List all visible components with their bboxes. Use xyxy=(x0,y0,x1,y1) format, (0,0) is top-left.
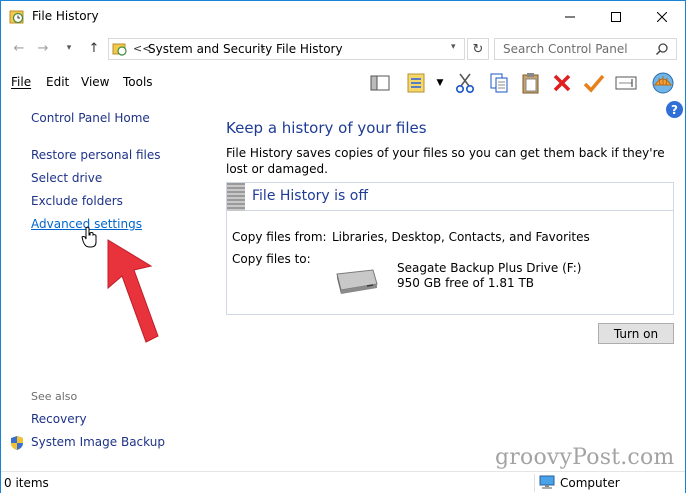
menu-edit-label: Edit xyxy=(46,75,70,89)
control-panel-home-link[interactable]: Control Panel Home xyxy=(31,111,150,125)
recovery-link[interactable]: Recovery xyxy=(31,412,87,426)
arrow-left-icon: ← xyxy=(13,40,25,56)
menu-file-label: File xyxy=(11,75,32,89)
maximize-icon xyxy=(611,11,621,22)
status-divider xyxy=(534,474,535,492)
groovypost-watermark: groovyPost.com xyxy=(495,445,675,470)
refresh-button[interactable]: ↻ xyxy=(467,38,489,60)
breadcrumb-file-history[interactable]: File History xyxy=(276,42,343,56)
views-icon xyxy=(407,73,425,93)
maximize-button[interactable] xyxy=(593,1,639,32)
file-history-status-panel: File History is off Copy files from: Lib… xyxy=(226,182,674,315)
help-icon[interactable]: ? xyxy=(666,101,683,118)
status-bar: 0 items Computer xyxy=(1,471,685,493)
delete-icon xyxy=(553,74,571,92)
see-also-heading: See also xyxy=(31,390,78,403)
chevron-down-icon: ▼ xyxy=(436,78,444,88)
shell-icon xyxy=(652,72,674,94)
close-icon xyxy=(657,11,667,22)
location-computer: Computer xyxy=(560,476,620,490)
copy-from-label: Copy files from: xyxy=(232,230,327,244)
turn-on-button[interactable]: Turn on xyxy=(598,323,674,344)
delete-button[interactable] xyxy=(550,71,574,95)
file-history-icon xyxy=(9,10,24,24)
external-drive-icon xyxy=(336,269,378,294)
system-image-backup-link[interactable]: System Image Backup xyxy=(31,435,165,449)
menu-tools[interactable]: Tools xyxy=(123,75,153,89)
copy-to-label: Copy files to: xyxy=(232,252,311,266)
status-bar-decoration xyxy=(227,183,245,211)
layout-button[interactable] xyxy=(367,71,393,95)
rename-icon xyxy=(615,76,637,90)
back-button[interactable]: ← xyxy=(11,40,27,56)
menu-file[interactable]: File xyxy=(11,75,31,89)
address-dropdown-icon[interactable]: ▾ xyxy=(451,42,456,52)
search-input[interactable] xyxy=(495,39,653,59)
page-heading: Keep a history of your files xyxy=(226,119,427,137)
address-box[interactable]: << System and Security › File History ▾ xyxy=(108,38,465,60)
scissors-icon xyxy=(455,73,475,94)
refresh-icon: ↻ xyxy=(472,41,484,57)
restore-personal-files-link[interactable]: Restore personal files xyxy=(31,148,161,162)
chevron-down-icon: ▾ xyxy=(66,43,72,53)
search-box xyxy=(494,38,677,60)
menu-view[interactable]: View xyxy=(81,75,109,89)
file-history-window: File History ← → ▾ ↑ << System and Secur… xyxy=(0,0,686,493)
page-description: File History saves copies of your files … xyxy=(226,146,665,176)
paste-button[interactable] xyxy=(518,71,544,95)
menu-tools-label: Tools xyxy=(123,75,153,89)
search-icon[interactable] xyxy=(655,42,669,56)
red-arrow-icon xyxy=(107,239,159,343)
copy-button[interactable] xyxy=(486,71,512,95)
copy-from-value: Libraries, Desktop, Contacts, and Favori… xyxy=(332,230,590,244)
views-button[interactable] xyxy=(403,71,429,95)
status-title: File History is off xyxy=(252,188,368,204)
breadcrumb-system-and-security[interactable]: System and Security xyxy=(148,42,272,56)
forward-button[interactable]: → xyxy=(35,40,51,56)
select-drive-link[interactable]: Select drive xyxy=(31,171,102,185)
checkmark-icon xyxy=(583,74,605,93)
item-count: 0 items xyxy=(4,476,49,490)
cut-button[interactable] xyxy=(452,71,478,95)
menu-bar: File Edit View Tools ▼ xyxy=(1,65,685,99)
arrow-right-icon: → xyxy=(37,40,49,56)
layout-icon xyxy=(370,75,390,91)
arrow-up-icon: ↑ xyxy=(88,40,100,56)
rename-button[interactable] xyxy=(613,71,639,95)
paste-icon xyxy=(522,73,539,94)
shell-button[interactable] xyxy=(649,71,677,95)
control-panel-icon xyxy=(112,43,127,56)
recent-locations-button[interactable]: ▾ xyxy=(61,40,77,56)
chevron-right-icon[interactable]: › xyxy=(261,42,265,55)
window-title: File History xyxy=(32,9,99,23)
up-button[interactable]: ↑ xyxy=(86,40,102,56)
views-dropdown[interactable]: ▼ xyxy=(433,71,447,95)
drive-free-space: 950 GB free of 1.81 TB xyxy=(397,276,535,290)
menu-view-label: View xyxy=(81,75,110,89)
minimize-icon xyxy=(565,16,575,17)
address-bar: ← → ▾ ↑ << System and Security › File Hi… xyxy=(1,32,685,65)
shield-icon xyxy=(11,436,23,450)
properties-check-button[interactable] xyxy=(581,71,607,95)
title-bar: File History xyxy=(1,1,685,32)
status-header: File History is off xyxy=(227,183,673,211)
close-button[interactable] xyxy=(639,1,685,32)
copy-icon xyxy=(490,73,508,93)
minimize-button[interactable] xyxy=(547,1,593,32)
drive-name: Seagate Backup Plus Drive (F:) xyxy=(397,261,582,275)
computer-icon xyxy=(539,475,555,489)
exclude-folders-link[interactable]: Exclude folders xyxy=(31,194,123,208)
menu-edit[interactable]: Edit xyxy=(46,75,69,89)
